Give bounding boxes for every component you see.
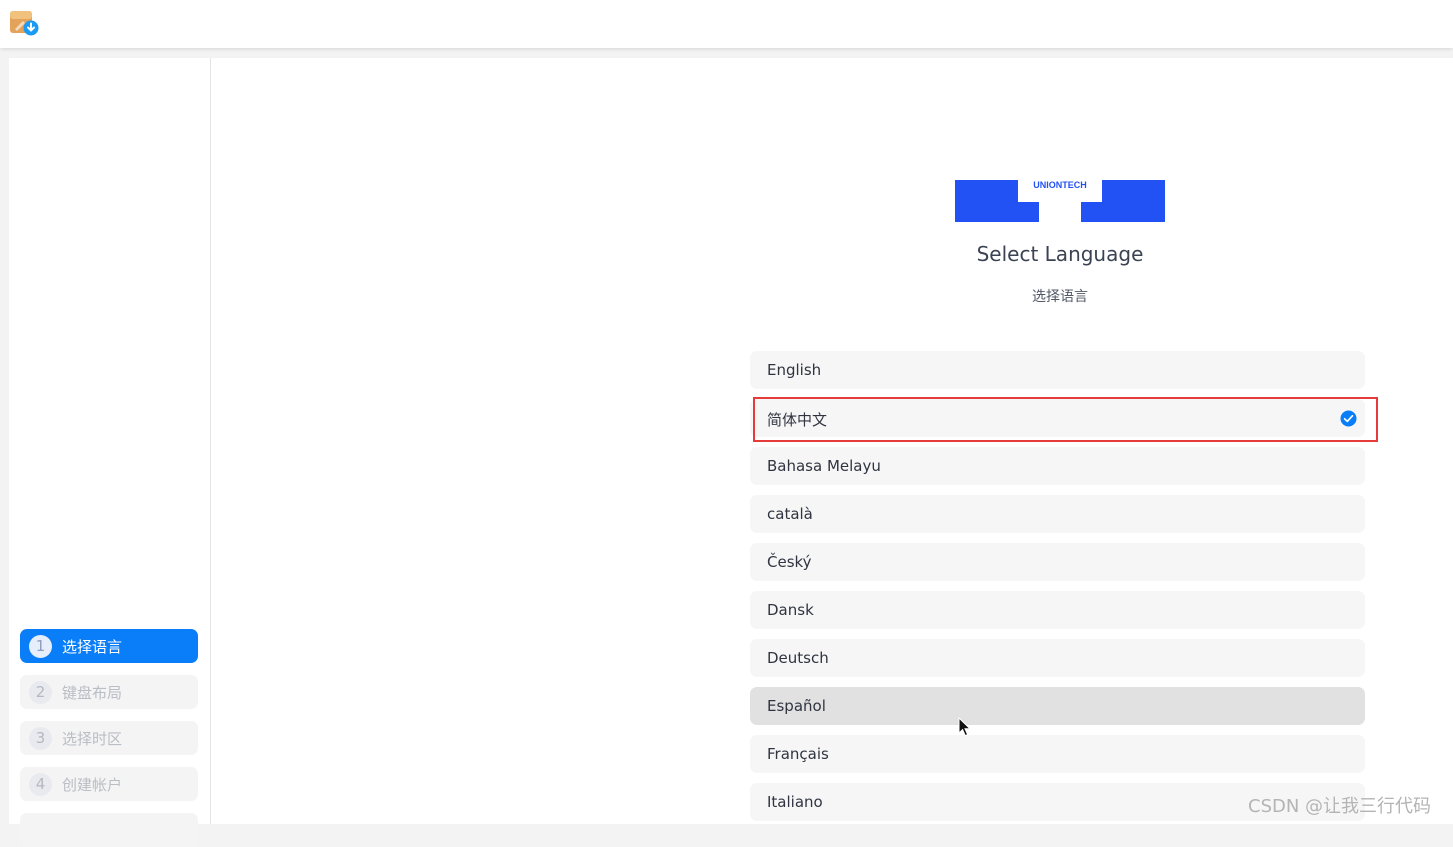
step-label: 键盘布局	[62, 684, 123, 702]
language-item-francais[interactable]: Français	[750, 735, 1365, 773]
step-select-timezone[interactable]: 3 选择时区	[20, 721, 198, 755]
page-subtitle: 选择语言	[1032, 289, 1088, 305]
installer-icon[interactable]	[9, 9, 39, 37]
step-number: 1	[29, 635, 52, 658]
uniontech-logo: UNIONTECH	[955, 180, 1165, 222]
language-item-espanol[interactable]: Español	[750, 687, 1365, 725]
language-label: Český	[767, 553, 812, 571]
watermark: CSDN @让我三行代码	[1248, 796, 1432, 817]
title-bar	[0, 0, 1453, 48]
checkmark-icon	[1340, 410, 1357, 427]
language-label: Français	[767, 745, 829, 763]
language-item-cesky[interactable]: Český	[750, 543, 1365, 581]
language-label: Italiano	[767, 793, 823, 811]
step-label: 选择语言	[62, 638, 123, 656]
language-label: 简体中文	[767, 411, 828, 429]
step-keyboard-layout[interactable]: 2 键盘布局	[20, 675, 198, 709]
page-title: Select Language	[976, 242, 1144, 266]
main-panel: UNIONTECH Select Language 选择语言 English 简…	[211, 58, 1453, 824]
step-select-language[interactable]: 1 选择语言	[20, 629, 198, 663]
language-item-bahasa-melayu[interactable]: Bahasa Melayu	[750, 447, 1365, 485]
language-item-simplified-chinese[interactable]: 简体中文	[750, 399, 1365, 437]
step-label: 选择时区	[62, 730, 123, 748]
language-label: Bahasa Melayu	[767, 457, 881, 475]
language-label: Español	[767, 697, 826, 715]
step-label: 创建帐户	[62, 776, 123, 794]
sidebar: 1 选择语言 2 键盘布局 3 选择时区 4 创建帐户	[9, 58, 211, 847]
logo-text: UNIONTECH	[1033, 180, 1087, 190]
language-item-deutsch[interactable]: Deutsch	[750, 639, 1365, 677]
language-label: English	[767, 361, 822, 379]
step-number: 3	[29, 727, 52, 750]
mouse-cursor-icon	[958, 717, 972, 737]
language-item-english[interactable]: English	[750, 351, 1365, 389]
step-number: 2	[29, 681, 52, 704]
step-create-account[interactable]: 4 创建帐户	[20, 767, 198, 801]
language-label: català	[767, 505, 813, 523]
step-next-partial[interactable]	[20, 813, 198, 847]
language-label: Dansk	[767, 601, 814, 619]
language-item-catala[interactable]: català	[750, 495, 1365, 533]
language-item-dansk[interactable]: Dansk	[750, 591, 1365, 629]
step-number: 4	[29, 773, 52, 796]
language-label: Deutsch	[767, 649, 829, 667]
